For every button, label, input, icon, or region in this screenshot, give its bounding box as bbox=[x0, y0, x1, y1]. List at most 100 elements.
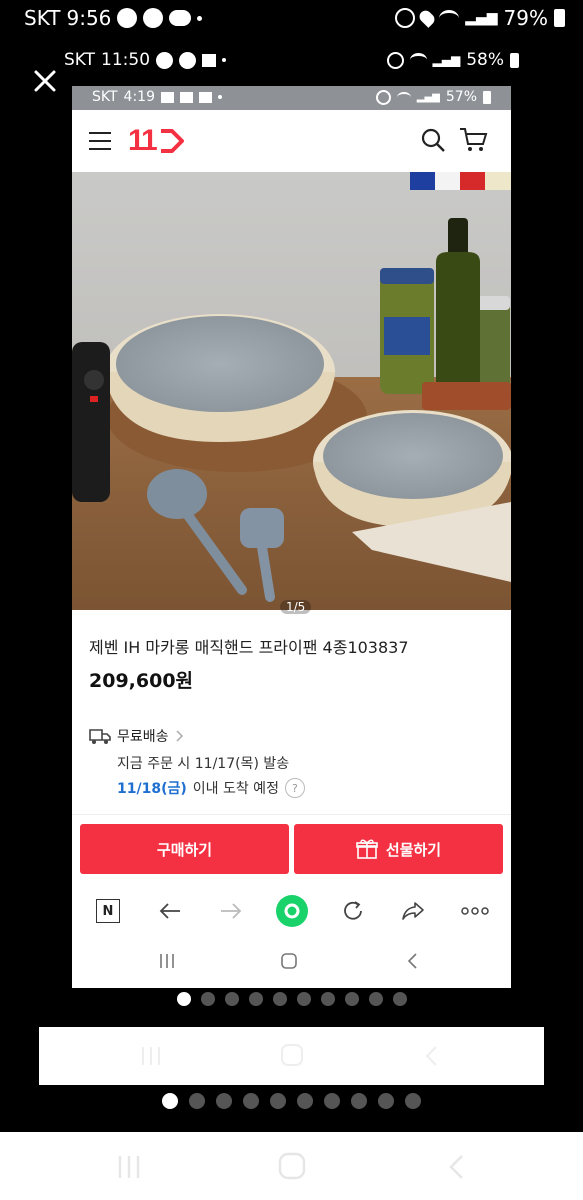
logo-arrow-icon bbox=[160, 129, 184, 153]
battery-percent: 58% bbox=[466, 50, 504, 70]
secondary-nav-strip bbox=[39, 1027, 544, 1085]
naver-n-icon: N bbox=[96, 899, 120, 923]
page-dot[interactable] bbox=[392, 992, 407, 1006]
page-dot[interactable] bbox=[189, 1093, 205, 1109]
list-icon bbox=[202, 53, 217, 67]
more-dot-icon bbox=[197, 15, 203, 21]
battery-icon bbox=[510, 52, 519, 68]
inner-screenshot: SKT 4:19 ▂▄▆ 57% 11 1/5 제벤 IH 마카롱 매직핸드 프… bbox=[72, 86, 511, 988]
help-icon[interactable]: ? bbox=[284, 778, 305, 798]
home-icon[interactable] bbox=[280, 952, 298, 974]
battery-icon bbox=[483, 90, 491, 104]
arrival-estimate: 11/18(금) 이내 도착 예정 ? bbox=[117, 778, 305, 798]
product-photo[interactable] bbox=[72, 172, 511, 610]
clock: 9:56 bbox=[66, 6, 112, 30]
outer-status-bar: SKT 9:56 ▂▄▆ 79% bbox=[0, 0, 583, 36]
more-dot-icon bbox=[222, 58, 227, 62]
image-icon bbox=[161, 91, 174, 103]
page-dot[interactable] bbox=[224, 992, 239, 1006]
naver-home-button[interactable]: N bbox=[95, 898, 121, 924]
page-dot[interactable] bbox=[320, 992, 335, 1006]
home-icon[interactable] bbox=[278, 1152, 306, 1180]
search-icon[interactable] bbox=[420, 127, 446, 153]
page-dot[interactable] bbox=[176, 992, 191, 1006]
page-dot[interactable] bbox=[243, 1093, 259, 1109]
page-dot[interactable] bbox=[162, 1093, 178, 1109]
signal-icon: ▂▄▆ bbox=[465, 10, 498, 26]
inner-status-bar: SKT 4:19 ▂▄▆ 57% bbox=[72, 86, 511, 110]
arrival-date: 11/18(금) bbox=[117, 781, 187, 797]
clock: 11:50 bbox=[101, 50, 151, 70]
divider bbox=[72, 814, 511, 815]
signal-icon: ▂▄▆ bbox=[432, 53, 461, 67]
cart-icon[interactable] bbox=[458, 126, 488, 154]
page-dot[interactable] bbox=[405, 1093, 421, 1109]
second-status-bar: SKT 11:50 ▂▄▆ 58% bbox=[0, 44, 583, 76]
wifi-icon bbox=[409, 53, 427, 67]
carrier-label: SKT bbox=[24, 6, 61, 30]
buy-button[interactable]: 구매하기 bbox=[80, 824, 289, 874]
page-dot[interactable] bbox=[200, 992, 215, 1006]
alarm-icon bbox=[395, 8, 416, 28]
recent-apps-icon[interactable] bbox=[158, 952, 176, 974]
home-icon[interactable] bbox=[280, 1043, 304, 1067]
back-nav-icon[interactable] bbox=[424, 1045, 438, 1067]
inner-nav-bar bbox=[72, 934, 511, 988]
battery-icon bbox=[554, 9, 565, 27]
menu-icon[interactable] bbox=[88, 130, 112, 152]
back-nav-icon[interactable] bbox=[404, 952, 422, 974]
more-icon[interactable] bbox=[460, 898, 490, 924]
browser-toolbar: N bbox=[72, 886, 511, 934]
signal-icon: ▂▄▆ bbox=[416, 91, 440, 103]
gift-icon bbox=[356, 839, 378, 859]
gift-button[interactable]: 선물하기 bbox=[294, 824, 503, 874]
battery-percent: 57% bbox=[445, 89, 477, 105]
alarm-icon bbox=[375, 89, 391, 105]
close-icon[interactable] bbox=[30, 66, 60, 96]
page-dot[interactable] bbox=[297, 1093, 313, 1109]
battery-percent: 79% bbox=[503, 6, 548, 30]
shipping-row[interactable]: 무료배송 bbox=[89, 726, 185, 746]
site-header: 11 bbox=[72, 110, 511, 173]
arrival-suffix: 이내 도착 예정 bbox=[192, 781, 279, 797]
recent-apps-icon[interactable] bbox=[116, 1154, 142, 1180]
lock-icon bbox=[156, 51, 174, 69]
back-nav-icon[interactable] bbox=[448, 1154, 464, 1180]
shipping-label: 무료배송 bbox=[117, 729, 169, 745]
forward-icon[interactable] bbox=[218, 898, 244, 924]
page-dot[interactable] bbox=[272, 992, 287, 1006]
clock: 4:19 bbox=[123, 89, 155, 105]
reload-icon[interactable] bbox=[340, 898, 366, 924]
site-logo[interactable]: 11 bbox=[128, 124, 186, 158]
share-icon[interactable] bbox=[400, 898, 426, 924]
page-dot[interactable] bbox=[324, 1093, 340, 1109]
page-dot[interactable] bbox=[351, 1093, 367, 1109]
lock-icon bbox=[117, 8, 138, 28]
back-icon[interactable] bbox=[157, 898, 183, 924]
logo-text: 11 bbox=[128, 124, 158, 157]
green-dot-icon[interactable] bbox=[275, 894, 309, 928]
carrier-label: SKT bbox=[92, 89, 118, 105]
page-dot[interactable] bbox=[344, 992, 359, 1006]
recent-apps-icon[interactable] bbox=[139, 1045, 163, 1067]
page-dot[interactable] bbox=[368, 992, 383, 1006]
page-dot[interactable] bbox=[378, 1093, 394, 1109]
page-dot[interactable] bbox=[216, 1093, 232, 1109]
image-counter: 1/5 bbox=[280, 600, 312, 614]
app-icon bbox=[180, 91, 193, 103]
product-price: 209,600원 bbox=[89, 670, 194, 692]
alarm-icon bbox=[386, 51, 404, 69]
c-icon bbox=[179, 51, 197, 69]
truck-icon bbox=[89, 729, 111, 744]
location-icon bbox=[417, 8, 438, 28]
carrier-label: SKT bbox=[64, 50, 96, 70]
c-icon bbox=[143, 8, 164, 28]
buy-button-label: 구매하기 bbox=[156, 840, 213, 859]
page-dot[interactable] bbox=[270, 1093, 286, 1109]
outer-gallery-dots bbox=[0, 1093, 583, 1111]
cloud-icon bbox=[169, 10, 192, 26]
outer-nav-bar bbox=[0, 1132, 583, 1200]
shipping-order-note: 지금 주문 시 11/17(목) 발송 bbox=[117, 756, 290, 772]
page-dot[interactable] bbox=[296, 992, 311, 1006]
page-dot[interactable] bbox=[248, 992, 263, 1006]
